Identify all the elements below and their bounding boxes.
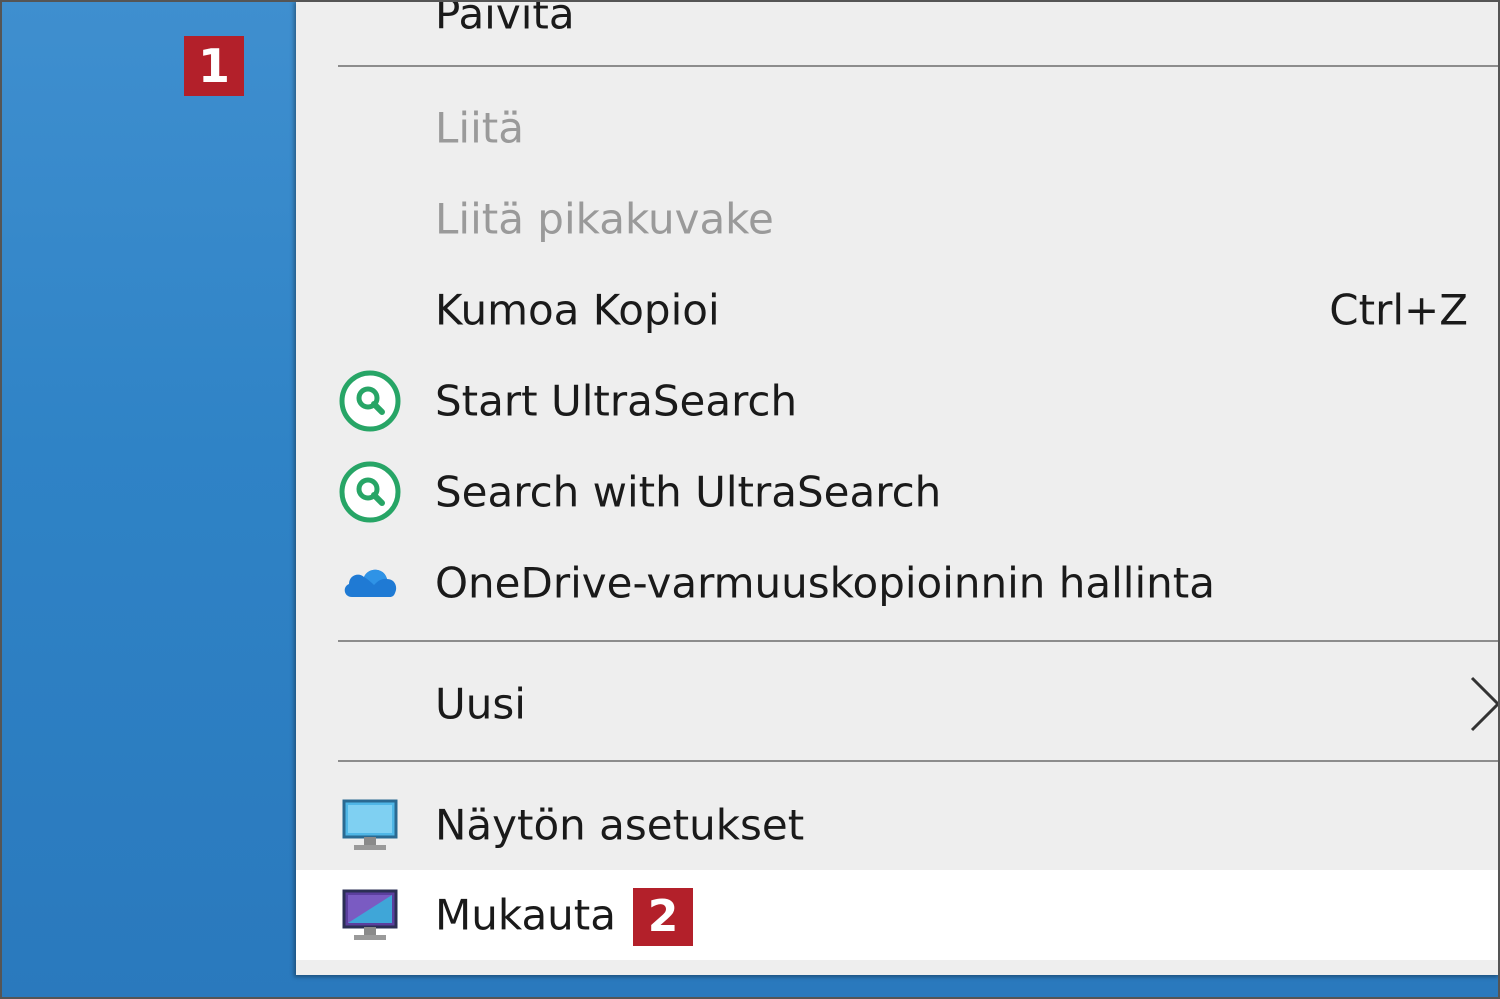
menu-item-label: Mukauta	[435, 890, 617, 940]
menu-separator	[338, 65, 1500, 67]
menu-item-label: OneDrive-varmuuskopioinnin hallinta	[435, 558, 1215, 608]
step-2-badge: 2	[633, 888, 693, 946]
chevron-right-icon	[1466, 672, 1500, 736]
menu-item-search-with-ultrasearch[interactable]: Search with UltraSearch	[296, 448, 1500, 536]
menu-item-label: Kumoa Kopioi	[435, 285, 720, 335]
onedrive-icon	[336, 549, 404, 617]
menu-item-label: Search with UltraSearch	[435, 467, 942, 517]
menu-separator	[338, 640, 1500, 642]
menu-item-refresh[interactable]: Päivitä	[296, 0, 1500, 58]
menu-item-new[interactable]: Uusi	[296, 660, 1500, 748]
display-settings-icon	[336, 791, 404, 859]
step-1-badge: 1	[184, 36, 244, 96]
menu-item-label: Start UltraSearch	[435, 376, 798, 426]
menu-item-personalize[interactable]: Mukauta	[296, 870, 1500, 960]
menu-item-label: Liitä	[435, 103, 524, 153]
menu-item-label: Näytön asetukset	[435, 800, 805, 850]
menu-item-shortcut: Ctrl+Z	[1329, 285, 1468, 335]
menu-separator	[338, 760, 1500, 762]
ultrasearch-icon	[336, 367, 404, 435]
menu-item-label: Liitä pikakuvake	[435, 194, 774, 244]
menu-item-start-ultrasearch[interactable]: Start UltraSearch	[296, 357, 1500, 445]
menu-item-label: Päivitä	[435, 0, 575, 39]
desktop-context-menu: Päivitä Liitä Liitä pikakuvake Kumoa Kop…	[296, 0, 1500, 975]
ultrasearch-icon	[336, 458, 404, 526]
menu-item-paste[interactable]: Liitä	[296, 84, 1500, 172]
menu-item-label: Uusi	[435, 679, 526, 729]
menu-item-undo-copy[interactable]: Kumoa Kopioi Ctrl+Z	[296, 266, 1500, 354]
personalize-icon	[336, 881, 404, 949]
menu-item-onedrive-backup[interactable]: OneDrive-varmuuskopioinnin hallinta	[296, 539, 1500, 627]
menu-item-display-settings[interactable]: Näytön asetukset	[296, 781, 1500, 869]
menu-item-paste-shortcut[interactable]: Liitä pikakuvake	[296, 175, 1500, 263]
